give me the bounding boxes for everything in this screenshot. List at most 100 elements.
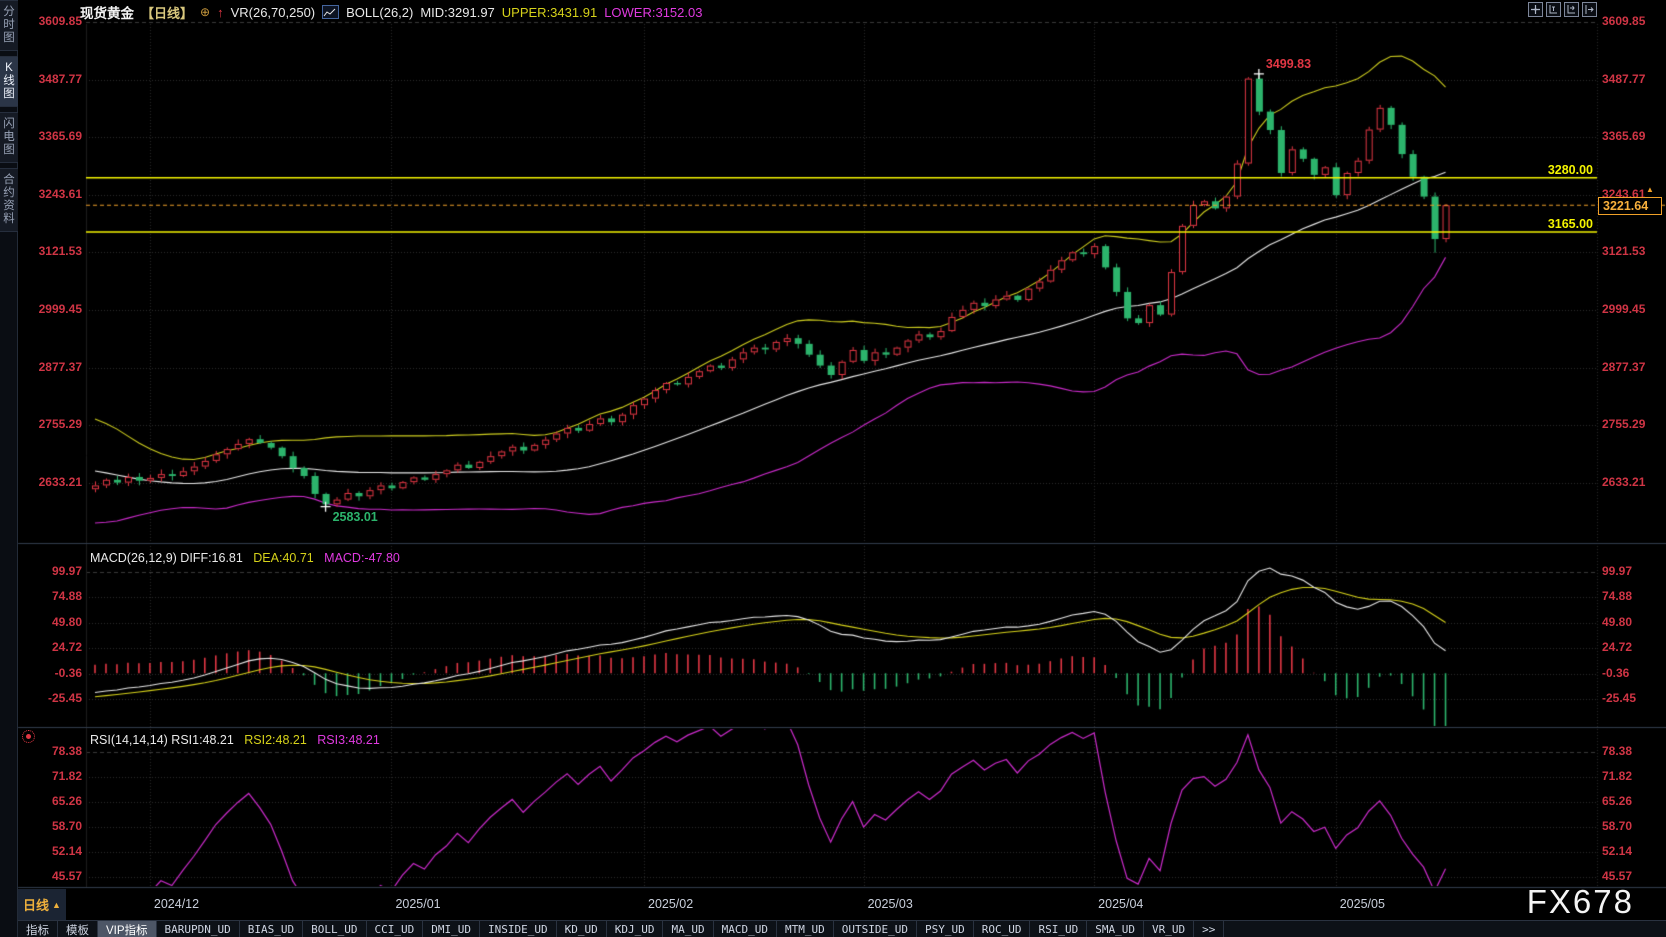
indicator-toolbar: 指标 模板 VIP指标 BARUPDN_UD BIAS_UD BOLL_UD CCI_UD D… bbox=[18, 920, 1666, 937]
sidebar-tab-candlestick[interactable]: K线图 bbox=[0, 56, 18, 107]
toolbar-tab-bias-ud[interactable]: BIAS_UD bbox=[240, 921, 304, 937]
toolbar-tab-dmi-ud[interactable]: DMI_UD bbox=[423, 921, 480, 937]
rsi-axis-label: 78.38 bbox=[1602, 744, 1633, 758]
toolbar-tab-boll-ud[interactable]: BOLL_UD bbox=[303, 921, 367, 937]
rsi-axis-label: 58.70 bbox=[1602, 819, 1633, 833]
boll-indicator-label: BOLL(26,2) bbox=[346, 4, 414, 20]
rsi-axis-label: 58.70 bbox=[51, 819, 82, 833]
high-annotation: 3499.83 bbox=[1265, 56, 1312, 71]
sidebar-tab-timeline[interactable]: 分时图 bbox=[0, 0, 18, 51]
toolbar-tab-inside-ud[interactable]: INSIDE_UD bbox=[480, 921, 557, 937]
price-axis-label: 2999.45 bbox=[1602, 302, 1646, 317]
alert-icon[interactable] bbox=[22, 730, 35, 743]
macd-axis-label: 49.80 bbox=[51, 614, 82, 629]
macd-axis-label: 24.72 bbox=[51, 640, 82, 655]
macd-axis-label: -0.36 bbox=[54, 665, 82, 680]
rsi-axis-label: 52.14 bbox=[1602, 844, 1633, 858]
rsi2-value: RSI2:48.21 bbox=[244, 733, 307, 747]
toolbar-tab-kd-ud[interactable]: KD_UD bbox=[557, 921, 607, 937]
macd-axis-label: 74.88 bbox=[1602, 589, 1633, 604]
macd-hist-value: MACD:-47.80 bbox=[324, 551, 400, 565]
month-label: 2025/02 bbox=[648, 897, 694, 911]
pan-right-icon[interactable] bbox=[1582, 2, 1597, 17]
vr-indicator-label: VR(26,70,250) bbox=[230, 4, 316, 20]
toolbar-tab-模板[interactable]: 模板 bbox=[58, 921, 98, 937]
toolbar-tab-macd-ud[interactable]: MACD_UD bbox=[714, 921, 777, 937]
rsi-axis-label: 71.82 bbox=[1602, 769, 1633, 783]
price-axis-label: 3609.85 bbox=[1602, 14, 1646, 28]
chart-header: 现货黄金 【日线】 ⊕ ↑ VR(26,70,250) BOLL(26,2) M… bbox=[80, 3, 703, 22]
symbol-name: 现货黄金 bbox=[80, 6, 134, 21]
toolbar-tab-vip指标[interactable]: VIP指标 bbox=[98, 921, 157, 937]
rsi3-value: RSI3:48.21 bbox=[317, 733, 380, 747]
macd-axis-label: -25.45 bbox=[47, 691, 82, 706]
price-axis-label: 2877.37 bbox=[1602, 359, 1646, 374]
macd-title: MACD(26,12,9) DIFF:16.81 bbox=[90, 551, 243, 565]
price-axis-label: 2633.21 bbox=[38, 474, 82, 489]
toolbar-tab-rsi-ud[interactable]: RSI_UD bbox=[1030, 921, 1088, 937]
macd-axis-label: 74.88 bbox=[51, 589, 82, 604]
month-label: 2024/12 bbox=[153, 897, 200, 911]
macd-dea-value: DEA:40.71 bbox=[253, 551, 314, 565]
rsi-panel-header: RSI(14,14,14) RSI1:48.21 RSI2:48.21 RSI3… bbox=[90, 733, 380, 747]
toolbar-tab-指标[interactable]: 指标 bbox=[18, 921, 58, 937]
toolbar-tab-barupdn-ud[interactable]: BARUPDN_UD bbox=[157, 921, 240, 937]
price-axis-label: 2633.21 bbox=[1602, 474, 1646, 489]
crosshair-move-icon[interactable] bbox=[1528, 2, 1543, 17]
low-annotation: 2583.01 bbox=[332, 509, 378, 524]
price-up-arrow-icon: ▲ bbox=[1646, 185, 1654, 195]
price-axis-label: 3365.69 bbox=[38, 129, 82, 144]
month-label: 2025/05 bbox=[1339, 897, 1385, 911]
boll-upper-value: UPPER:3431.91 bbox=[501, 4, 598, 20]
price-axis-label: 3121.53 bbox=[38, 244, 82, 259]
macd-panel-header: MACD(26,12,9) DIFF:16.81 DEA:40.71 MACD:… bbox=[90, 551, 400, 565]
rsi-axis-label: 65.26 bbox=[51, 794, 82, 808]
support-level-label: 3165.00 bbox=[1547, 216, 1593, 231]
boll-lower-value: LOWER:3152.03 bbox=[604, 4, 703, 20]
toolbar-tab-sma-ud[interactable]: SMA_UD bbox=[1087, 921, 1144, 937]
right-axis-zoom-icon[interactable] bbox=[1564, 2, 1579, 17]
toolbar-tab-vr-ud[interactable]: VR_UD bbox=[1144, 921, 1195, 937]
period-label[interactable]: 【日线】 bbox=[141, 3, 193, 22]
toolbar-tab-outside-ud[interactable]: OUTSIDE_UD bbox=[834, 921, 917, 937]
month-label: 2025/01 bbox=[395, 897, 441, 911]
toolbar-tab-roc-ud[interactable]: ROC_UD bbox=[974, 921, 1031, 937]
macd-axis-label: 99.97 bbox=[51, 564, 82, 578]
price-axis-label: 3487.77 bbox=[38, 71, 82, 86]
toolbar-tab-mtm-ud[interactable]: MTM_UD bbox=[777, 921, 834, 937]
rsi-axis-label: 52.14 bbox=[51, 844, 82, 858]
trading-app-window: 分时图 K线图 闪电图 合约资料 现货黄金 【日线】 ⊕ ↑ VR(26,70,… bbox=[0, 0, 1666, 937]
price-axis-label: 3243.61 bbox=[38, 186, 82, 201]
rsi-axis-label: 45.57 bbox=[51, 869, 82, 884]
mini-chart-icon[interactable] bbox=[322, 5, 340, 19]
price-axis-label: 3609.85 bbox=[38, 14, 82, 28]
macd-axis-label: -0.36 bbox=[1602, 665, 1630, 680]
toolbar-tab-cci-ud[interactable]: CCI_UD bbox=[367, 921, 424, 937]
price-axis-label: 2755.29 bbox=[1602, 417, 1646, 432]
rsi-axis-label: 65.26 bbox=[1602, 794, 1633, 808]
toolbar-tab-kdj-ud[interactable]: KDJ_UD bbox=[607, 921, 664, 937]
period-selector[interactable]: 日线 ▲ bbox=[18, 889, 66, 920]
price-axis-label: 2877.37 bbox=[38, 359, 82, 374]
price-axis-label: 3487.77 bbox=[1602, 71, 1646, 86]
sidebar: 分时图 K线图 闪电图 合约资料 bbox=[0, 0, 18, 937]
macd-axis-label: 99.97 bbox=[1602, 564, 1633, 578]
watermark: FX678 bbox=[1526, 883, 1634, 920]
toolbar-tab-ma-ud[interactable]: MA_UD bbox=[663, 921, 714, 937]
rsi-title: RSI(14,14,14) RSI1:48.21 bbox=[90, 733, 234, 747]
toolbar-tab-psy-ud[interactable]: PSY_UD bbox=[917, 921, 974, 937]
left-axis-zoom-icon[interactable] bbox=[1546, 2, 1561, 17]
toolbar-tab--[interactable]: >> bbox=[1194, 921, 1225, 937]
boll-mid-value: MID:3291.97 bbox=[420, 4, 495, 20]
last-price-tag: 3221.64 bbox=[1598, 197, 1662, 216]
month-label: 2025/04 bbox=[1098, 897, 1144, 911]
sidebar-tab-flash[interactable]: 闪电图 bbox=[0, 112, 18, 163]
price-axis-label: 2999.45 bbox=[38, 302, 82, 317]
sidebar-tab-contract-info[interactable]: 合约资料 bbox=[0, 168, 18, 232]
macd-axis-label: 24.72 bbox=[1602, 640, 1633, 655]
circle-plus-icon[interactable]: ⊕ bbox=[200, 5, 210, 19]
price-axis-label: 3365.69 bbox=[1602, 129, 1646, 144]
chart-canvas[interactable] bbox=[0, 0, 1666, 937]
macd-axis-label: 49.80 bbox=[1602, 614, 1633, 629]
dropdown-arrow-icon: ▲ bbox=[52, 899, 61, 910]
